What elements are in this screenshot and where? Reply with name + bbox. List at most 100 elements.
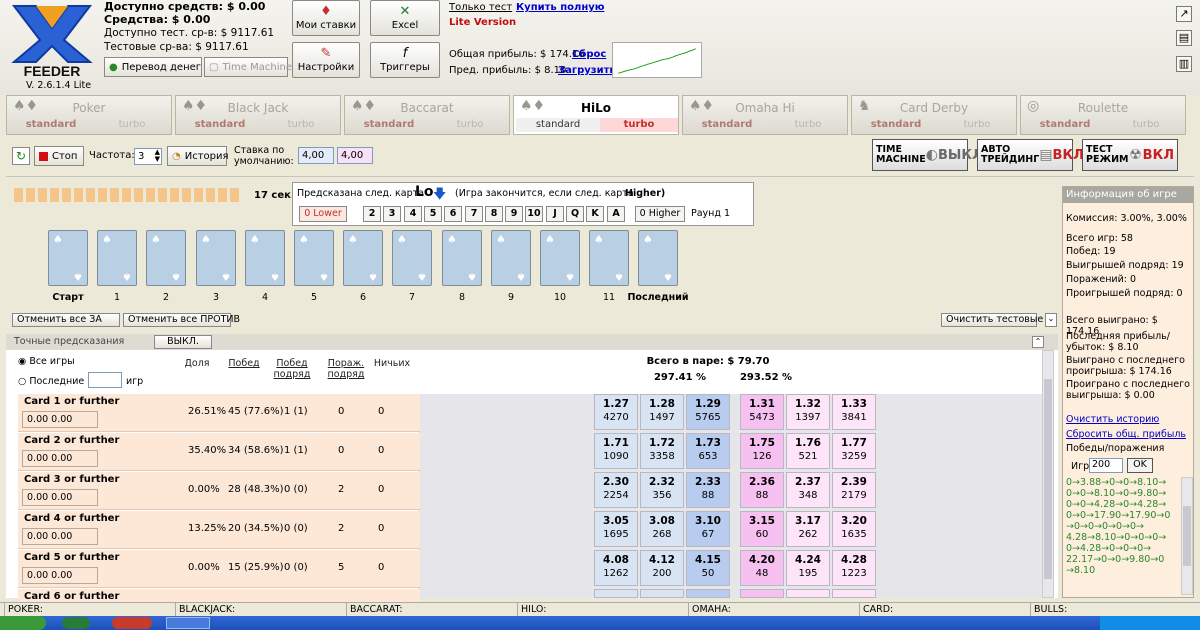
card-key-9[interactable]: 9 — [505, 206, 523, 222]
odds-cell[interactable] — [740, 589, 784, 598]
row-stake-input[interactable]: 0.00 0.00 — [22, 450, 98, 467]
odds-cell[interactable]: 1.27 4270 — [594, 394, 638, 430]
start-button[interactable] — [0, 616, 46, 630]
auto-toggle-3[interactable]: ТЕСТ РЕЖИМ ☢ ВКЛ — [1082, 139, 1178, 171]
chart-icon[interactable]: ↗ — [1176, 6, 1192, 22]
row-stake-input[interactable]: 0.00 0.00 — [22, 411, 98, 428]
bet-for-input[interactable]: 4,00 — [298, 147, 334, 164]
card-key-2[interactable]: 2 — [363, 206, 381, 222]
odds-cell[interactable]: 4.08 1262 — [594, 550, 638, 586]
history-button[interactable]: ◔ История — [167, 146, 229, 166]
odds-cell[interactable]: 1.76 521 — [786, 433, 830, 469]
triggers-button[interactable]: f Триггеры — [370, 42, 440, 78]
report-icon[interactable]: ▤ — [1176, 30, 1192, 46]
tab-turbo[interactable]: turbo — [769, 118, 847, 132]
odds-cell[interactable]: 1.32 1397 — [786, 394, 830, 430]
row-stake-input[interactable]: 0.00 0.00 — [22, 567, 98, 584]
odds-cell[interactable]: 3.10 67 — [686, 511, 730, 547]
odds-cell[interactable] — [640, 589, 684, 598]
taskbar-app-icon[interactable] — [166, 617, 210, 629]
odds-cell[interactable]: 3.05 1695 — [594, 511, 638, 547]
odds-cell[interactable]: 1.72 3358 — [640, 433, 684, 469]
odds-cell[interactable]: 4.15 50 — [686, 550, 730, 586]
odds-cell[interactable]: 2.30 2254 — [594, 472, 638, 508]
odds-cell[interactable]: 1.28 1497 — [640, 394, 684, 430]
tab-standard[interactable]: standard — [1023, 118, 1107, 132]
card-key-3[interactable]: 3 — [383, 206, 401, 222]
clear-test-button[interactable]: Очистить тестовые — [941, 313, 1043, 327]
odds-cell[interactable]: 4.20 48 — [740, 550, 784, 586]
tab-standard[interactable]: standard — [854, 118, 938, 132]
cancel-against-button[interactable]: Отменить все ПРОТИВ — [123, 313, 240, 327]
tab-turbo[interactable]: turbo — [93, 118, 171, 132]
tab-hilo[interactable]: ♠♦ HiLo standard turbo — [513, 95, 679, 135]
wins-row-header[interactable]: Побед подряд — [272, 358, 312, 380]
excel-button[interactable]: ✕ Excel — [370, 0, 440, 36]
my-bets-button[interactable]: ♦ Мои ставки — [292, 0, 360, 36]
reset-link[interactable]: Сброс — [572, 49, 606, 60]
taskbar-app-icon[interactable] — [112, 617, 152, 629]
auto-toggle-1[interactable]: TIME MACHINE ◐ ВЫКЛ — [872, 139, 983, 171]
log-scrollbar[interactable] — [1181, 477, 1193, 595]
lower-button[interactable]: 0 Lower — [299, 206, 347, 222]
card-key-8[interactable]: 8 — [485, 206, 503, 222]
row-stake-input[interactable]: 0.00 0.00 — [22, 528, 98, 545]
clear-history-link[interactable]: Очистить историю — [1066, 414, 1192, 425]
losses-row-header[interactable]: Пораж. подряд — [324, 358, 368, 380]
collapse-icon[interactable]: ⌄ — [1045, 313, 1057, 327]
odds-cell[interactable] — [686, 589, 730, 598]
expand-icon[interactable]: ⌃ — [1032, 336, 1044, 348]
tab-standard[interactable]: standard — [178, 118, 262, 132]
odds-cell[interactable]: 2.37 348 — [786, 472, 830, 508]
odds-cell[interactable]: 1.73 653 — [686, 433, 730, 469]
card-key-k[interactable]: K — [586, 206, 604, 222]
tab-standard[interactable]: standard — [9, 118, 93, 132]
transfer-button[interactable]: ● Перевод денег — [104, 57, 202, 77]
tab-turbo[interactable]: turbo — [1107, 118, 1185, 132]
refresh-icon[interactable]: ↻ — [12, 147, 30, 165]
time-machine-button[interactable]: ▢ Time Machine — [204, 57, 292, 77]
load-link[interactable]: Загрузить — [558, 65, 616, 76]
odds-cell[interactable]: 4.28 1223 — [832, 550, 876, 586]
bet-against-input[interactable]: 4,00 — [337, 147, 373, 164]
card-key-10[interactable]: 10 — [525, 206, 543, 222]
card-key-q[interactable]: Q — [566, 206, 584, 222]
settings-button[interactable]: ✎ Настройки — [292, 42, 360, 78]
tab-turbo[interactable]: turbo — [262, 118, 340, 132]
stop-button[interactable]: Стоп — [34, 146, 84, 166]
odds-cell[interactable] — [786, 589, 830, 598]
book-icon[interactable]: ▥ — [1176, 56, 1192, 72]
cancel-for-button[interactable]: Отменить все ЗА — [12, 313, 120, 327]
predictions-toggle[interactable]: ВЫКЛ. — [154, 335, 212, 349]
odds-cell[interactable]: 1.33 3841 — [832, 394, 876, 430]
odds-cell[interactable]: 4.12 200 — [640, 550, 684, 586]
tab-black-jack[interactable]: ♠♦ Black Jack standard turbo — [175, 95, 341, 135]
taskbar-app-icon[interactable] — [62, 617, 90, 629]
odds-cell[interactable]: 4.24 195 — [786, 550, 830, 586]
odds-cell[interactable]: 1.77 3259 — [832, 433, 876, 469]
odds-cell[interactable]: 1.31 5473 — [740, 394, 784, 430]
card-key-6[interactable]: 6 — [444, 206, 462, 222]
tab-standard[interactable]: standard — [685, 118, 769, 132]
odds-cell[interactable]: 1.71 1090 — [594, 433, 638, 469]
odds-cell[interactable]: 1.29 5765 — [686, 394, 730, 430]
odds-cell[interactable]: 2.39 2179 — [832, 472, 876, 508]
tab-omaha-hi[interactable]: ♠♦ Omaha Hi standard turbo — [682, 95, 848, 135]
last-games-input[interactable] — [88, 372, 122, 388]
tab-standard[interactable]: standard — [347, 118, 431, 132]
card-key-7[interactable]: 7 — [465, 206, 483, 222]
all-games-radio[interactable]: ◉ Все игры — [18, 356, 75, 367]
frequency-input[interactable]: 3 ▲ ▼ — [134, 148, 162, 165]
tab-baccarat[interactable]: ♠♦ Baccarat standard turbo — [344, 95, 510, 135]
table-scrollbar[interactable] — [1042, 350, 1054, 598]
card-key-4[interactable]: 4 — [404, 206, 422, 222]
card-key-j[interactable]: J — [546, 206, 564, 222]
odds-cell[interactable]: 2.32 356 — [640, 472, 684, 508]
wins-header[interactable]: Побед — [224, 358, 264, 369]
odds-cell[interactable] — [832, 589, 876, 598]
tab-standard[interactable]: standard — [516, 118, 600, 132]
tab-turbo[interactable]: turbo — [938, 118, 1016, 132]
odds-cell[interactable]: 2.36 88 — [740, 472, 784, 508]
odds-cell[interactable] — [594, 589, 638, 598]
odds-cell[interactable]: 3.08 268 — [640, 511, 684, 547]
